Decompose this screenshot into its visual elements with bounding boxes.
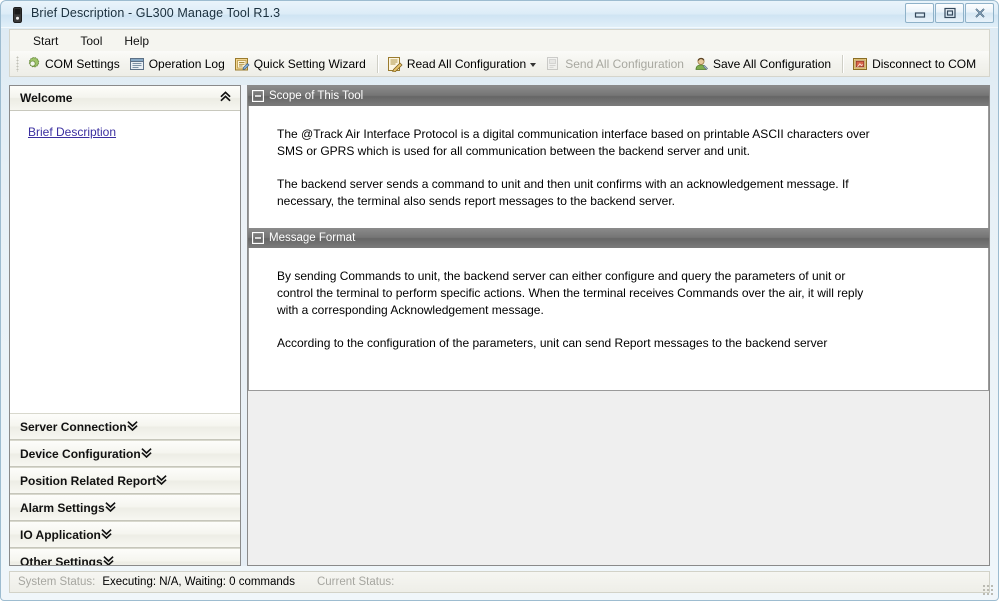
minimize-button[interactable] (905, 3, 934, 23)
toolbar-label: Read All Configuration (406, 56, 527, 71)
minimize-icon (914, 12, 925, 18)
menu-bar: Start Tool Help (9, 29, 990, 51)
panel-paragraph: The @Track Air Interface Protocol is a d… (277, 127, 870, 158)
sidebar-section-label: Alarm Settings (20, 500, 105, 515)
resize-grip[interactable] (982, 584, 995, 597)
panel-body: The @Track Air Interface Protocol is a d… (248, 106, 989, 228)
sidebar-item-brief-description[interactable]: Brief Description (28, 125, 116, 139)
sidebar-section-server-connection[interactable]: Server Connection (10, 413, 240, 440)
panel-paragraph: According to the configuration of the pa… (277, 336, 828, 350)
menu-item-help[interactable]: Help (113, 32, 160, 50)
close-icon (974, 8, 985, 18)
sidebar-section-label: IO Application (20, 527, 101, 542)
sidebar-section-label: Device Configuration (20, 446, 141, 461)
toolbar: COM Settings Operation Log Quick Setting… (9, 51, 990, 77)
restore-icon (943, 7, 956, 19)
sidebar-section-welcome[interactable]: Welcome (10, 86, 240, 111)
chevron-double-down-icon[interactable] (141, 447, 152, 461)
gear-icon (25, 56, 41, 72)
panel-header[interactable]: Message Format (248, 228, 989, 248)
system-status-value: Executing: N/A, Waiting: 0 commands (102, 576, 295, 588)
toolbar-button-read-all-configuration[interactable]: Read All Configuration (384, 53, 542, 75)
toolbar-label: Send All Configuration (565, 56, 684, 71)
application-window: Brief Description - GL300 Manage Tool R1… (0, 0, 999, 601)
panel-paragraph: The backend server sends a command to un… (277, 177, 849, 208)
toolbar-label: Operation Log (148, 56, 225, 71)
toolbar-label: Quick Setting Wizard (253, 56, 366, 71)
body-area: Welcome Brief Description Server Connect… (9, 77, 990, 567)
chevron-double-down-icon[interactable] (127, 420, 138, 434)
restore-button[interactable] (935, 3, 964, 23)
chevron-double-down-icon[interactable] (156, 474, 167, 488)
current-status-label: Current Status: (316, 576, 395, 588)
sidebar-section-label: Position Related Report (20, 473, 157, 488)
system-status-label: System Status: (18, 576, 96, 588)
toolbar-button-save-all-configuration[interactable]: Save All Configuration (690, 53, 837, 75)
toolbar-button-send-all-configuration[interactable]: Send All Configuration (542, 53, 690, 75)
toolbar-label: COM Settings (45, 56, 120, 71)
sidebar-section-alarm-settings[interactable]: Alarm Settings (10, 494, 240, 521)
toolbar-label: Save All Configuration (712, 56, 832, 71)
chevron-double-down-icon[interactable] (103, 555, 114, 565)
sidebar-section-label: Server Connection (20, 419, 127, 434)
wizard-icon (234, 56, 250, 72)
disconnect-icon (852, 56, 868, 72)
navigation-sidebar: Welcome Brief Description Server Connect… (9, 85, 241, 566)
title-bar[interactable]: Brief Description - GL300 Manage Tool R1… (1, 1, 998, 28)
chevron-down-icon[interactable] (530, 62, 537, 67)
content-pane: Scope of This Tool The @Track Air Interf… (247, 85, 990, 566)
panel-message-format: Message Format By sending Commands to un… (248, 228, 989, 391)
sidebar-section-other-settings[interactable]: Other Settings (10, 548, 240, 566)
menu-item-start[interactable]: Start (22, 32, 69, 50)
toolbar-label: Disconnect to COM (872, 56, 977, 71)
collapse-minus-icon[interactable] (251, 231, 265, 245)
panel-header[interactable]: Scope of This Tool (248, 86, 989, 106)
window-title: Brief Description - GL300 Manage Tool R1… (31, 6, 281, 20)
window-controls (905, 3, 994, 23)
toolbar-separator (376, 54, 379, 73)
chevron-double-down-icon[interactable] (101, 528, 112, 542)
toolbar-separator (842, 54, 845, 73)
panel-paragraph: By sending Commands to unit, the backend… (277, 269, 864, 317)
toolbar-grip[interactable] (16, 55, 19, 72)
menu-item-tool[interactable]: Tool (69, 32, 113, 50)
sidebar-section-device-configuration[interactable]: Device Configuration (10, 440, 240, 467)
close-button[interactable] (965, 3, 994, 23)
sidebar-welcome-body: Brief Description (10, 111, 240, 413)
status-bar: System Status: Executing: N/A, Waiting: … (9, 571, 990, 593)
toolbar-button-com-settings[interactable]: COM Settings (22, 53, 126, 75)
device-icon (11, 7, 24, 23)
sidebar-section-label: Other Settings (20, 554, 103, 566)
toolbar-button-quick-setting-wizard[interactable]: Quick Setting Wizard (231, 53, 372, 75)
toolbar-button-disconnect-to-com[interactable]: Disconnect to COM (849, 53, 982, 75)
sidebar-section-label: Welcome (20, 91, 73, 105)
log-window-icon (129, 56, 145, 72)
toolbar-button-operation-log[interactable]: Operation Log (126, 53, 231, 75)
read-config-icon (387, 56, 403, 73)
panel-body: By sending Commands to unit, the backend… (248, 248, 989, 391)
chevron-double-up-icon[interactable] (220, 91, 231, 105)
chevron-double-down-icon[interactable] (105, 501, 116, 515)
panel-title: Scope of This Tool (269, 90, 364, 102)
panel-title: Message Format (269, 232, 356, 244)
save-config-icon (693, 56, 709, 72)
sidebar-section-position-related-report[interactable]: Position Related Report (10, 467, 240, 494)
send-config-icon (545, 56, 561, 72)
collapse-minus-icon[interactable] (251, 89, 265, 103)
sidebar-section-io-application[interactable]: IO Application (10, 521, 240, 548)
panel-scope-of-this-tool: Scope of This Tool The @Track Air Interf… (248, 86, 989, 228)
